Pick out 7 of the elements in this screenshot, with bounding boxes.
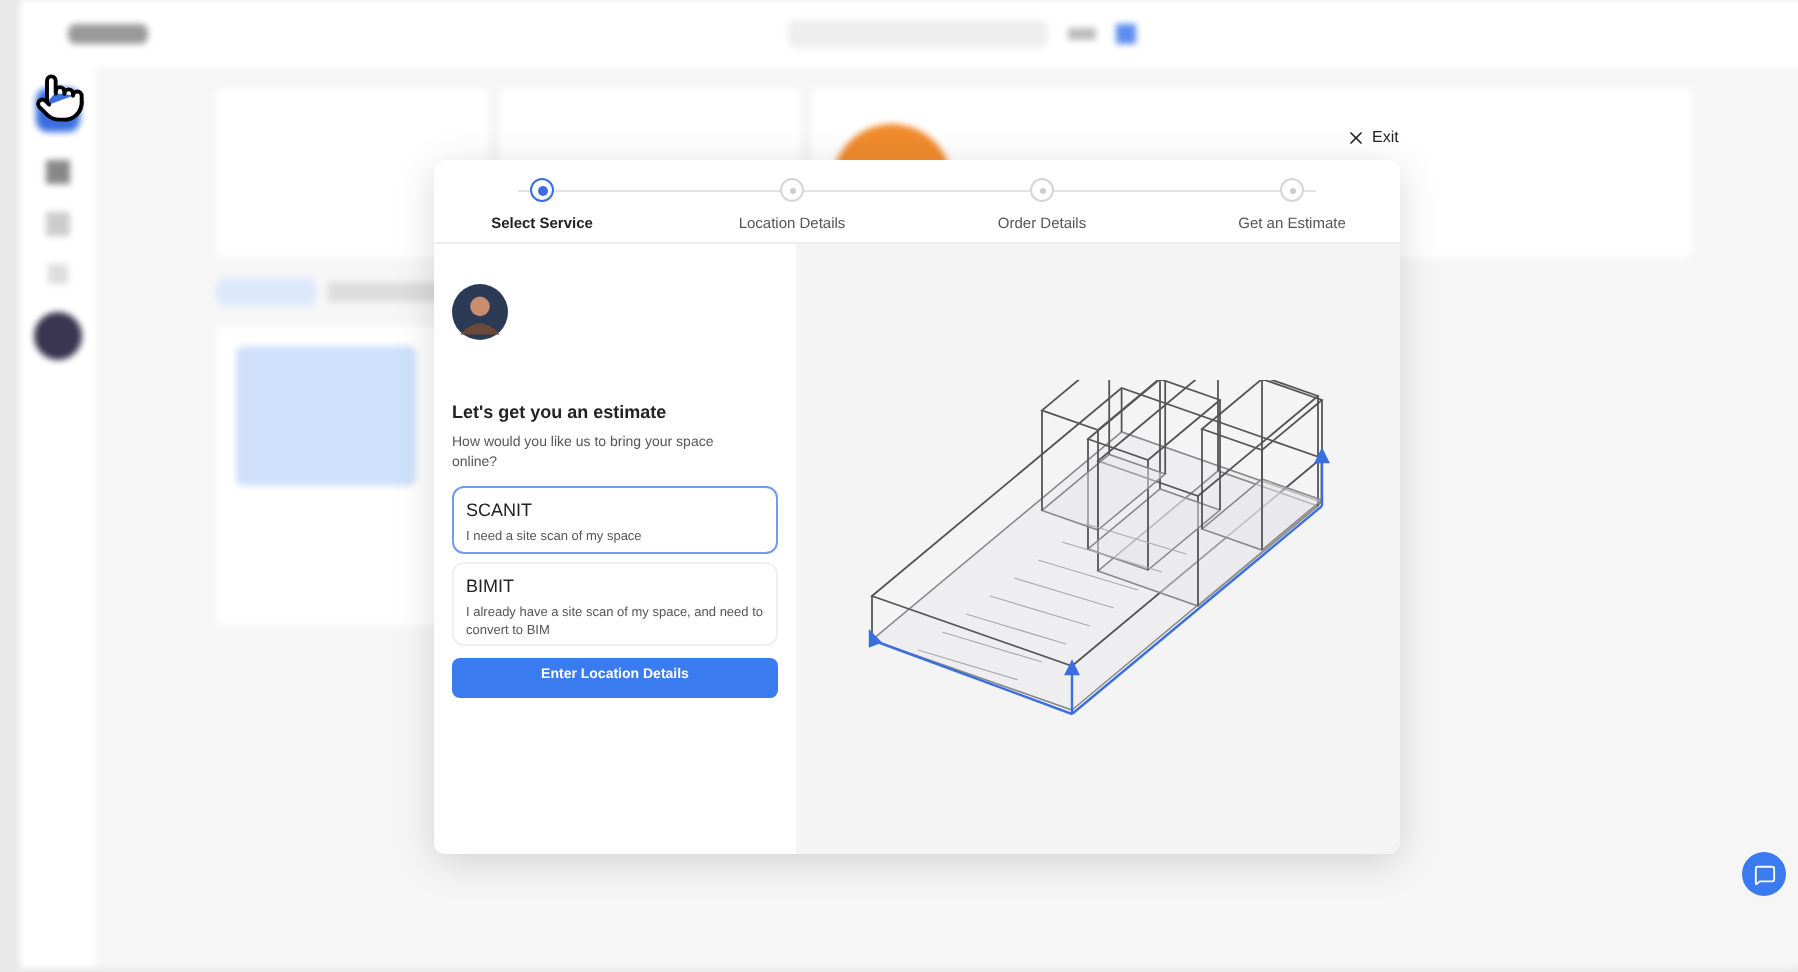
option-title: SCANIT <box>466 497 535 523</box>
avatar <box>452 284 508 340</box>
heading: Let's get you an estimate <box>452 400 669 426</box>
option-title: BIMIT <box>466 573 516 599</box>
exit-button[interactable]: Exit <box>1346 126 1399 150</box>
chat-icon <box>1753 863 1775 885</box>
close-icon <box>1346 128 1366 148</box>
